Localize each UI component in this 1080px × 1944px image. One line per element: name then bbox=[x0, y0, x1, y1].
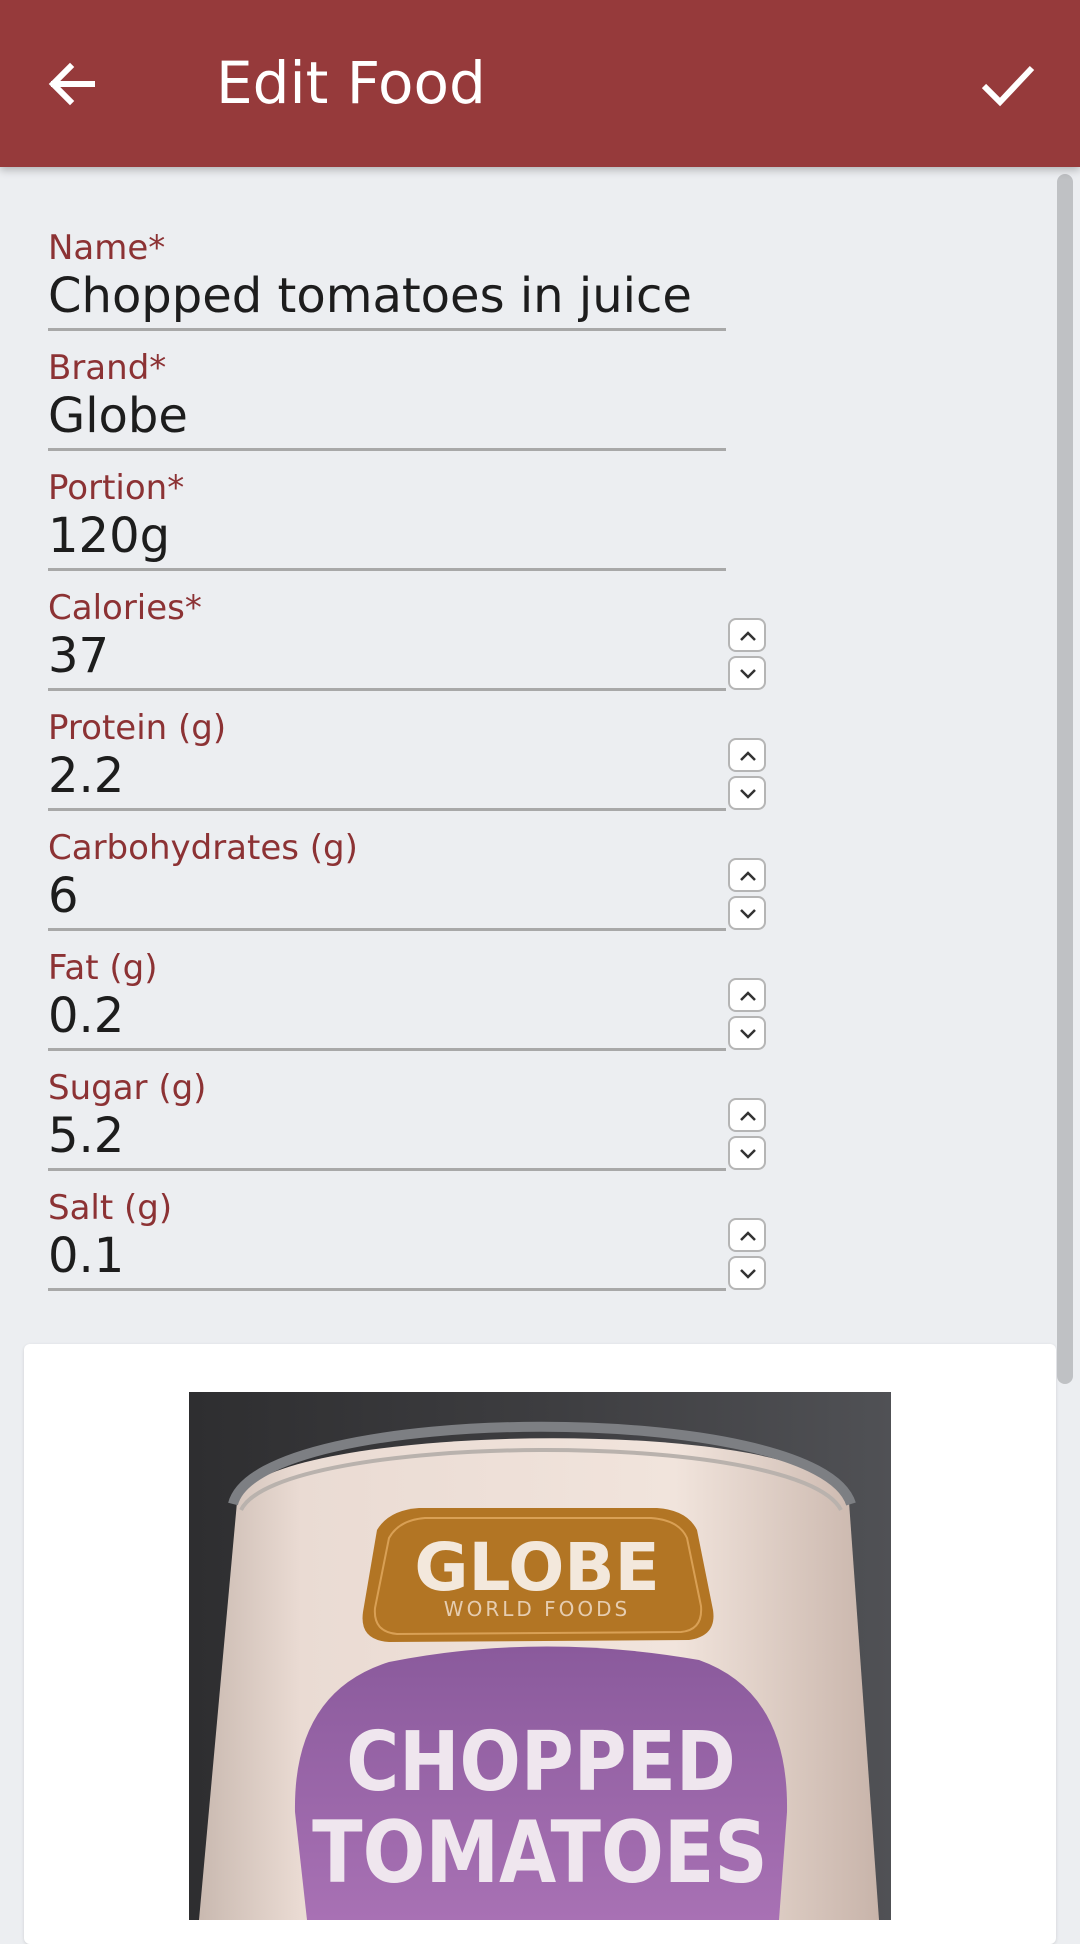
decrement-button[interactable] bbox=[728, 1136, 766, 1170]
field-label: Portion* bbox=[48, 468, 185, 508]
decrement-button[interactable] bbox=[728, 656, 766, 690]
decrement-button[interactable] bbox=[728, 1016, 766, 1050]
sugar-input[interactable]: 5.2 bbox=[48, 1106, 124, 1166]
field-label: Carbohydrates (g) bbox=[48, 828, 358, 868]
input-underline bbox=[48, 568, 726, 571]
increment-button[interactable] bbox=[728, 858, 766, 892]
field-label: Protein (g) bbox=[48, 708, 227, 748]
input-underline bbox=[48, 448, 726, 451]
chevron-down-icon bbox=[740, 789, 756, 799]
salt-field[interactable]: Salt (g) 0.1 bbox=[48, 1188, 766, 1308]
input-underline bbox=[48, 1168, 726, 1171]
portion-input[interactable]: 120g bbox=[48, 506, 170, 566]
calories-stepper[interactable] bbox=[728, 618, 768, 694]
page-title: Edit Food bbox=[216, 49, 486, 117]
brand-sub-text: WORLD FOODS bbox=[444, 1597, 630, 1621]
fat-input[interactable]: 0.2 bbox=[48, 986, 124, 1046]
salt-stepper[interactable] bbox=[728, 1218, 768, 1294]
field-label: Salt (g) bbox=[48, 1188, 173, 1228]
name-input[interactable]: Chopped tomatoes in juice bbox=[48, 266, 692, 326]
fat-stepper[interactable] bbox=[728, 978, 768, 1054]
arrow-left-icon bbox=[48, 62, 95, 106]
chevron-down-icon bbox=[740, 1029, 756, 1039]
increment-button[interactable] bbox=[728, 1218, 766, 1252]
input-underline bbox=[48, 808, 726, 811]
chevron-down-icon bbox=[740, 669, 756, 679]
back-button[interactable] bbox=[40, 52, 104, 116]
increment-button[interactable] bbox=[728, 978, 766, 1012]
carbohydrates-field[interactable]: Carbohydrates (g) 6 bbox=[48, 828, 766, 948]
decrement-button[interactable] bbox=[728, 776, 766, 810]
check-icon bbox=[981, 65, 1035, 107]
input-underline bbox=[48, 688, 726, 691]
sugar-stepper[interactable] bbox=[728, 1098, 768, 1174]
chevron-up-icon bbox=[740, 991, 756, 1001]
protein-input[interactable]: 2.2 bbox=[48, 746, 124, 806]
protein-field[interactable]: Protein (g) 2.2 bbox=[48, 708, 766, 828]
food-photo[interactable]: GLOBE WORLD FOODS CHOPPED TOMATOES bbox=[189, 1392, 891, 1920]
scrollbar[interactable] bbox=[1057, 174, 1073, 1384]
field-label: Calories* bbox=[48, 588, 202, 628]
calories-field[interactable]: Calories* 37 bbox=[48, 588, 766, 708]
input-underline bbox=[48, 328, 726, 331]
chevron-up-icon bbox=[740, 871, 756, 881]
app-bar: Edit Food bbox=[0, 0, 1080, 167]
sugar-field[interactable]: Sugar (g) 5.2 bbox=[48, 1068, 766, 1188]
chevron-down-icon bbox=[740, 909, 756, 919]
save-button[interactable] bbox=[976, 52, 1040, 116]
chevron-up-icon bbox=[740, 1231, 756, 1241]
increment-button[interactable] bbox=[728, 1098, 766, 1132]
carbohydrates-input[interactable]: 6 bbox=[48, 866, 79, 926]
increment-button[interactable] bbox=[728, 738, 766, 772]
input-underline bbox=[48, 928, 726, 931]
product-name-line1: CHOPPED bbox=[346, 1715, 736, 1811]
field-label: Sugar (g) bbox=[48, 1068, 207, 1108]
calories-input[interactable]: 37 bbox=[48, 626, 109, 686]
chevron-down-icon bbox=[740, 1149, 756, 1159]
field-label: Fat (g) bbox=[48, 948, 158, 988]
carbohydrates-stepper[interactable] bbox=[728, 858, 768, 934]
fat-field[interactable]: Fat (g) 0.2 bbox=[48, 948, 766, 1068]
input-underline bbox=[48, 1048, 726, 1051]
name-field[interactable]: Name* Chopped tomatoes in juice bbox=[48, 228, 728, 348]
brand-logo-text: GLOBE bbox=[414, 1529, 659, 1606]
chevron-down-icon bbox=[740, 1269, 756, 1279]
field-label: Name* bbox=[48, 228, 166, 268]
protein-stepper[interactable] bbox=[728, 738, 768, 814]
brand-field[interactable]: Brand* Globe bbox=[48, 348, 728, 468]
decrement-button[interactable] bbox=[728, 896, 766, 930]
decrement-button[interactable] bbox=[728, 1256, 766, 1290]
chevron-up-icon bbox=[740, 1111, 756, 1121]
chevron-up-icon bbox=[740, 631, 756, 641]
portion-field[interactable]: Portion* 120g bbox=[48, 468, 728, 588]
input-underline bbox=[48, 1288, 726, 1291]
brand-input[interactable]: Globe bbox=[48, 386, 188, 446]
increment-button[interactable] bbox=[728, 618, 766, 652]
field-label: Brand* bbox=[48, 348, 167, 388]
salt-input[interactable]: 0.1 bbox=[48, 1226, 124, 1286]
chevron-up-icon bbox=[740, 751, 756, 761]
product-name-line2: TOMATOES bbox=[312, 1803, 767, 1903]
